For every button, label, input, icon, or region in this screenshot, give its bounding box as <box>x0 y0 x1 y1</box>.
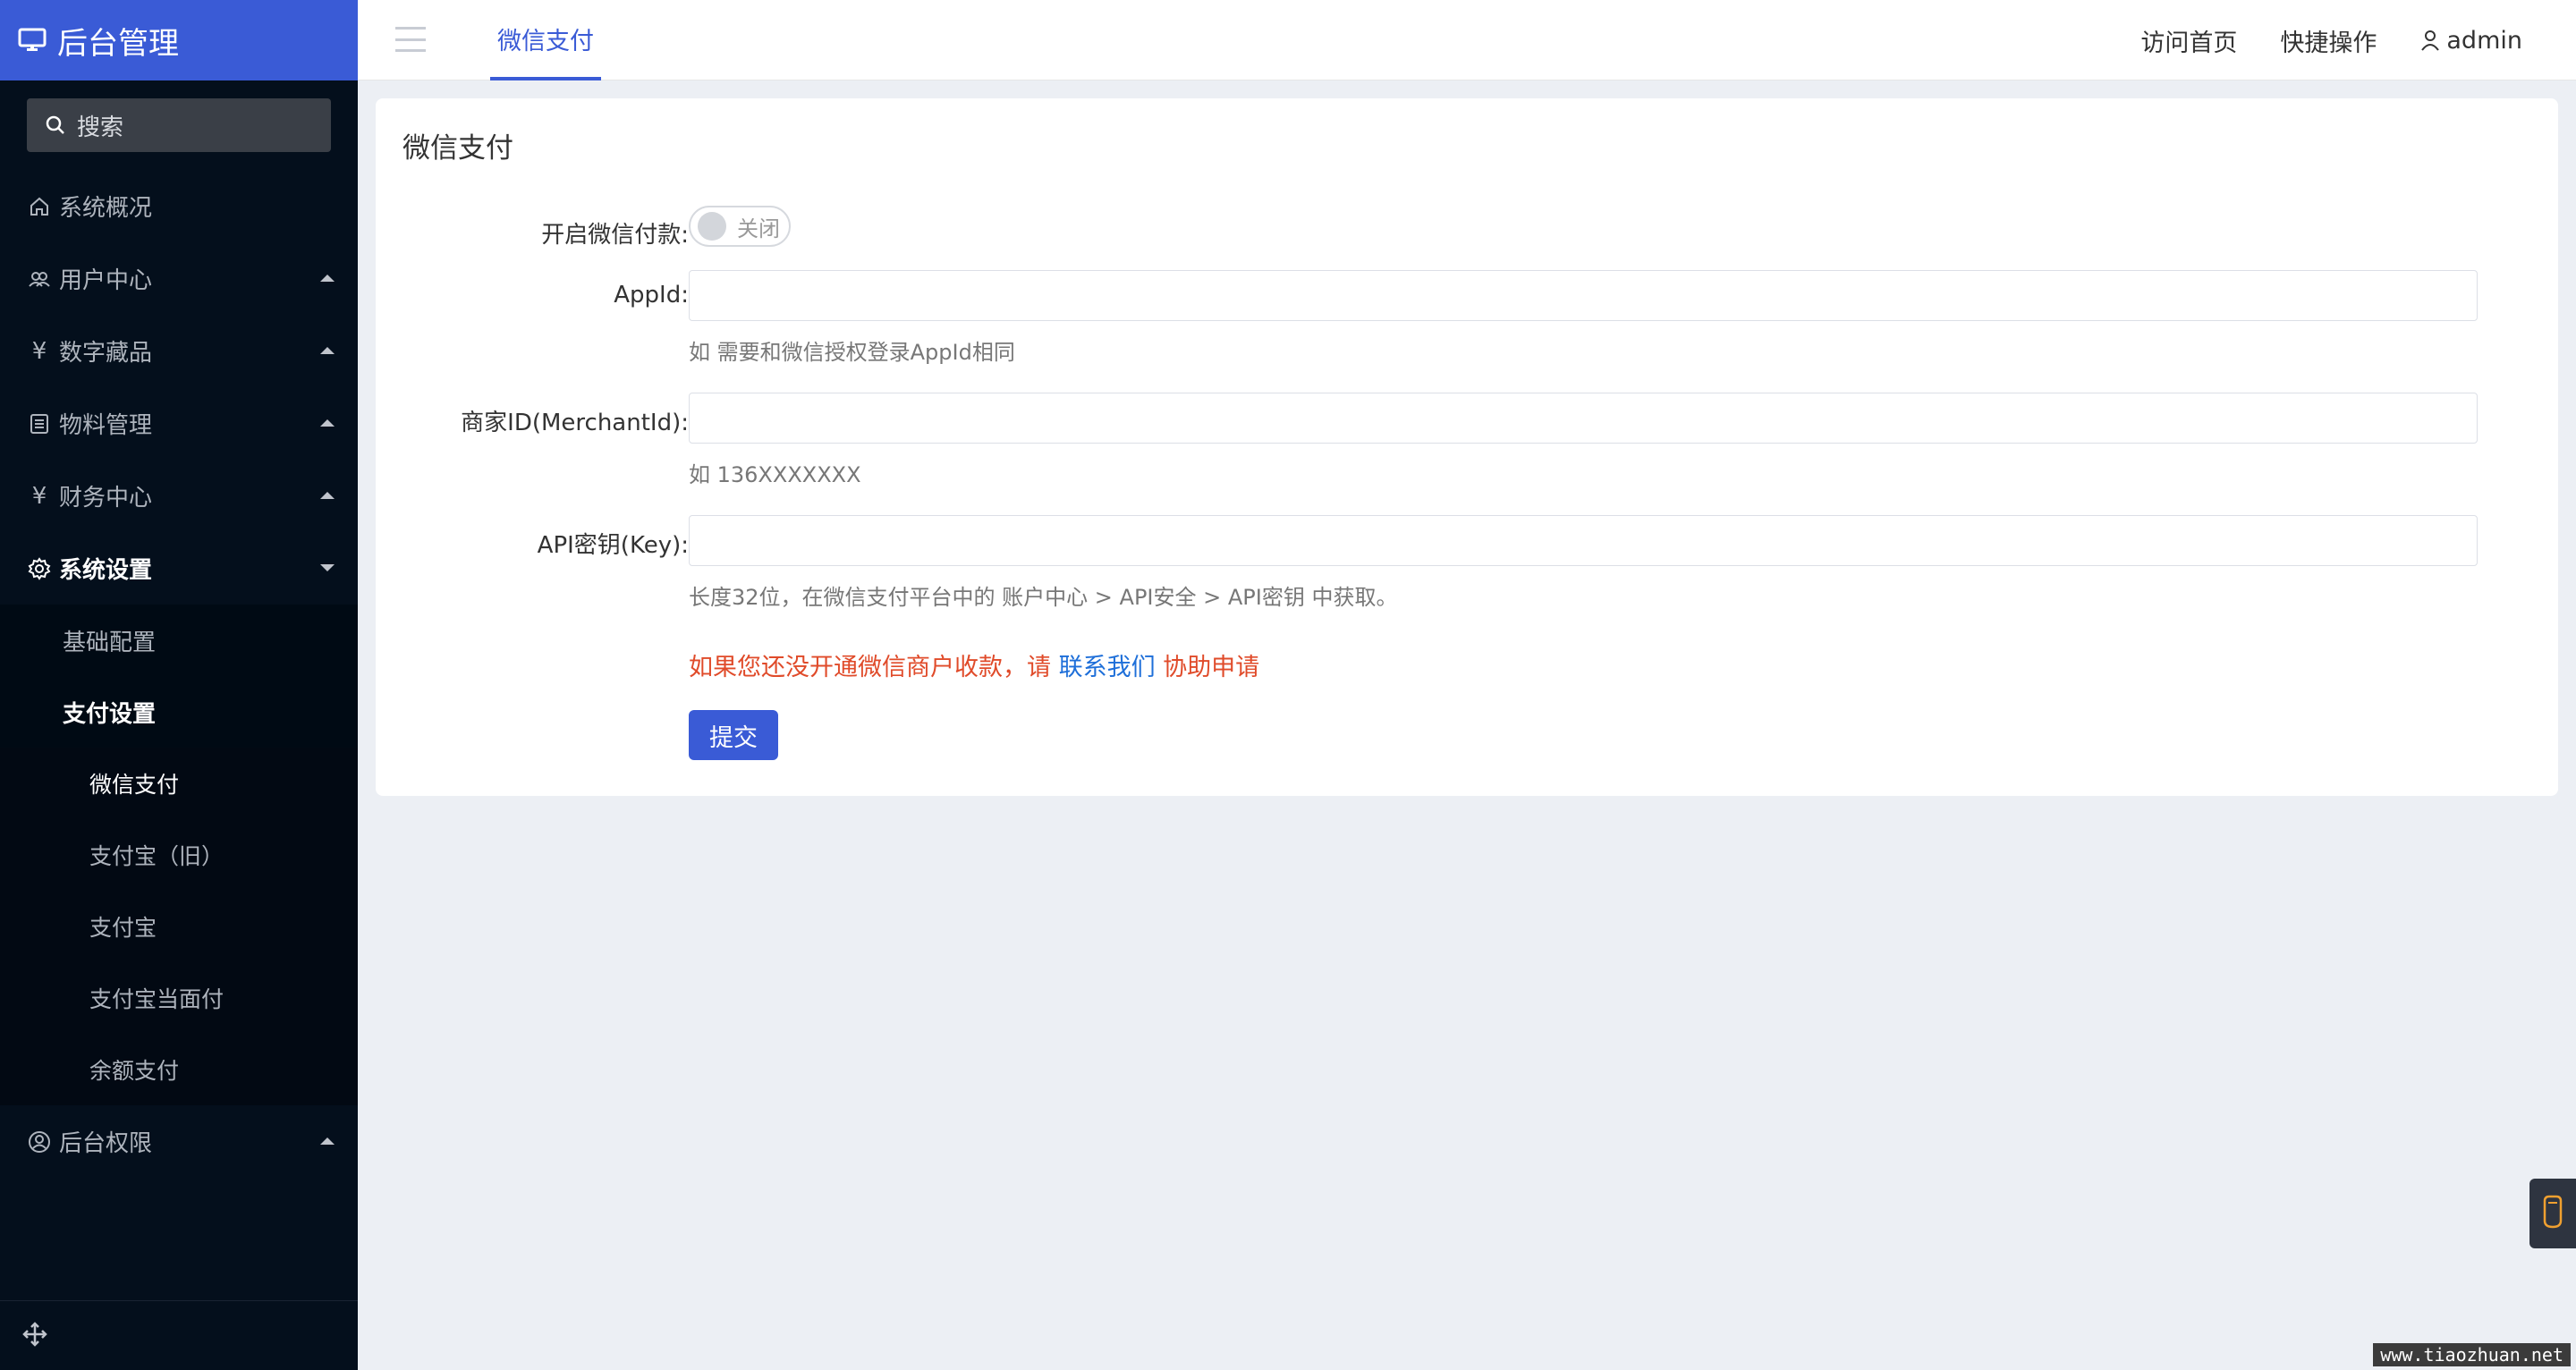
appid-label: AppId: <box>614 282 689 309</box>
sidebar-item-alipay-f2f[interactable]: 支付宝当面付 <box>0 962 358 1034</box>
payment-submenu: 微信支付 支付宝（旧） 支付宝 支付宝当面付 余额支付 <box>0 748 358 1105</box>
page-title: 微信支付 <box>402 132 513 165</box>
sidebar-item-label: 系统设置 <box>59 557 153 584</box>
sidebar-item-label: 系统概况 <box>59 195 153 222</box>
users-icon <box>27 268 52 290</box>
menu-toggle-icon[interactable] <box>395 27 426 52</box>
sidebar-item-label: 财务中心 <box>59 485 153 512</box>
sidebar-item-alipay[interactable]: 支付宝 <box>0 891 358 962</box>
notice-text-pre: 如果您还没开通微信商户收款，请 <box>689 654 1059 681</box>
sidebar-item-overview[interactable]: 系统概况 <box>0 170 358 242</box>
sidebar-item-settings[interactable]: 系统设置 <box>0 532 358 605</box>
move-icon[interactable] <box>21 1321 48 1351</box>
user-circle-icon <box>27 1130 52 1154</box>
sidebar-item-label: 用户中心 <box>59 267 153 294</box>
sidebar-item-admin-permissions[interactable]: 后台权限 <box>0 1105 358 1178</box>
yen-icon: ¥ <box>31 482 47 510</box>
floating-helper[interactable] <box>2529 1179 2576 1248</box>
yen-icon: ¥ <box>31 337 47 365</box>
list-icon <box>27 413 52 435</box>
user-icon <box>2419 29 2441 52</box>
caret-down-icon <box>320 564 335 571</box>
sidebar-item-wechat-pay[interactable]: 微信支付 <box>0 748 358 819</box>
user-menu[interactable]: admin <box>2419 27 2522 55</box>
toggle-state-text: 关闭 <box>737 216 780 241</box>
merchant-hint: 如 136XXXXXXX <box>689 462 861 487</box>
sidebar-item-label: 支付设置 <box>63 700 157 728</box>
sidebar-item-label: 数字藏品 <box>59 340 153 367</box>
sidebar-item-balance-pay[interactable]: 余额支付 <box>0 1034 358 1105</box>
submit-button[interactable]: 提交 <box>689 710 778 760</box>
top-header: 微信支付 访问首页 快捷操作 admin <box>358 0 2576 80</box>
search-icon <box>45 114 66 136</box>
appid-hint: 如 需要和微信授权登录AppId相同 <box>689 340 1015 365</box>
monitor-icon <box>18 28 47 53</box>
sidebar-item-materials[interactable]: 物料管理 <box>0 387 358 460</box>
sidebar-item-finance[interactable]: ¥ 财务中心 <box>0 460 358 532</box>
sidebar-item-collectibles[interactable]: ¥ 数字藏品 <box>0 315 358 387</box>
helper-icon <box>2539 1194 2566 1233</box>
sidebar: 后台管理 搜索 系统概况 用户中心 ¥ 数字藏品 物料管理 ¥ 财务中心 系统设… <box>0 0 358 1370</box>
visit-home-link[interactable]: 访问首页 <box>2140 23 2237 58</box>
contact-us-link[interactable]: 联系我们 <box>1059 654 1156 681</box>
search-label: 搜索 <box>77 114 124 141</box>
sidebar-item-basic-config[interactable]: 基础配置 <box>0 605 358 676</box>
merchant-notice: 如果您还没开通微信商户收款，请 联系我们 协助申请 <box>689 647 1259 682</box>
sidebar-search[interactable]: 搜索 <box>27 98 331 152</box>
key-label: API密钥(Key): <box>537 532 689 559</box>
sidebar-item-payment-settings[interactable]: 支付设置 <box>0 676 358 748</box>
settings-submenu: 基础配置 支付设置 微信支付 支付宝（旧） 支付宝 支付宝当面付 余额支付 <box>0 605 358 1105</box>
api-key-input[interactable] <box>689 515 2478 566</box>
quick-actions-link[interactable]: 快捷操作 <box>2280 23 2377 58</box>
caret-up-icon <box>320 347 335 354</box>
sidebar-item-label: 后台权限 <box>59 1130 153 1157</box>
sidebar-item-label: 物料管理 <box>59 412 153 439</box>
enable-label: 开启微信付款: <box>541 222 689 249</box>
gear-icon <box>27 556 52 580</box>
watermark: www.tiaozhuan.net <box>2373 1343 2571 1366</box>
username: admin <box>2446 26 2522 55</box>
enable-wechat-pay-toggle[interactable]: 关闭 <box>689 206 791 247</box>
merchant-id-input[interactable] <box>689 393 2478 444</box>
tab-wechat-pay[interactable]: 微信支付 <box>490 0 601 80</box>
brand[interactable]: 后台管理 <box>0 0 358 80</box>
home-icon <box>27 196 52 217</box>
key-hint: 长度32位，在微信支付平台中的 账户中心 > API安全 > API密钥 中获取… <box>689 585 1398 610</box>
sidebar-footer <box>0 1300 358 1370</box>
caret-up-icon <box>320 492 335 499</box>
caret-up-icon <box>320 419 335 427</box>
notice-text-post: 协助申请 <box>1155 654 1260 681</box>
header-links: 访问首页 快捷操作 admin <box>2097 0 2522 80</box>
sidebar-item-users[interactable]: 用户中心 <box>0 242 358 315</box>
caret-up-icon <box>320 275 335 282</box>
wechat-pay-form-card: 微信支付 开启微信付款: 关闭 AppId: 如 需要和微信授权登录AppId相… <box>376 98 2558 796</box>
sidebar-item-alipay-old[interactable]: 支付宝（旧） <box>0 819 358 891</box>
appid-input[interactable] <box>689 270 2478 321</box>
toggle-knob <box>698 212 726 241</box>
sidebar-item-label: 基础配置 <box>63 629 157 656</box>
caret-up-icon <box>320 1137 335 1145</box>
merchant-label: 商家ID(MerchantId): <box>461 410 689 436</box>
brand-title: 后台管理 <box>57 25 179 62</box>
